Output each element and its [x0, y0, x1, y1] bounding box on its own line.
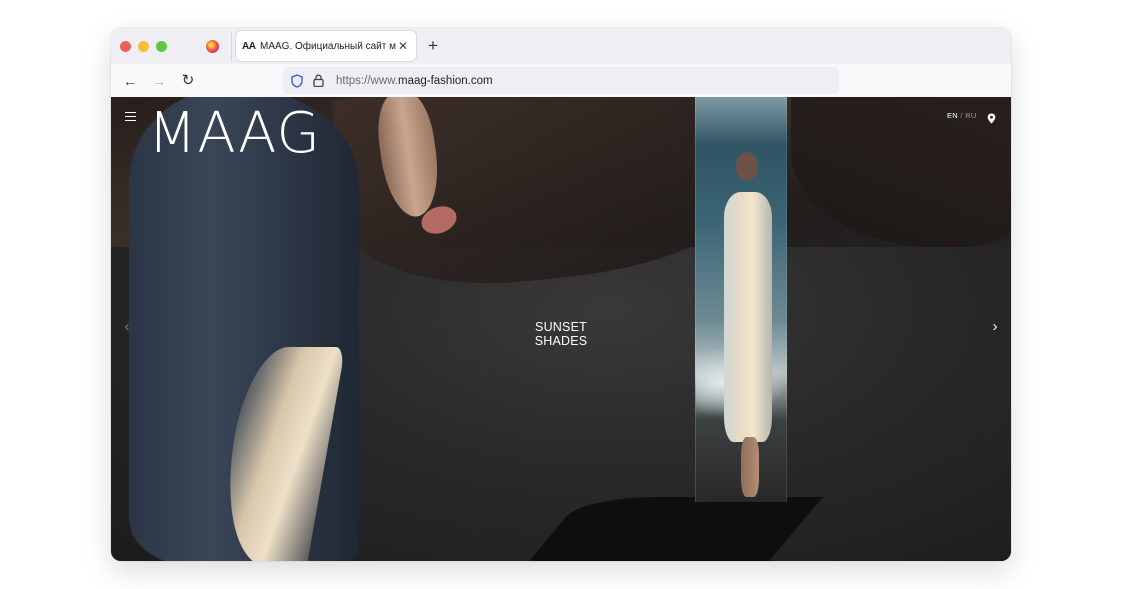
url-domain: maag-fashion.com [398, 74, 493, 87]
url-text[interactable]: https://www.maag-fashion.com [336, 75, 493, 87]
tab-favicon: AA [242, 40, 256, 52]
forward-button[interactable]: → [149, 71, 169, 91]
browser-window: AA MAAG. Официальный сайт маг ✕ + ← → ↻ … [111, 28, 1011, 561]
slider-next-button[interactable]: › [988, 319, 1002, 335]
address-bar[interactable]: https://www.maag-fashion.com [283, 67, 839, 94]
model-head [736, 152, 758, 180]
maximize-window-button[interactable] [156, 41, 167, 52]
shield-icon[interactable] [290, 73, 304, 89]
hamburger-menu-icon[interactable] [125, 112, 136, 121]
lang-separator: / [960, 111, 963, 120]
tab-strip: AA MAAG. Официальный сайт маг ✕ + [111, 28, 1011, 64]
lang-ru[interactable]: RU [965, 111, 976, 120]
site-logo[interactable]: MAAG [148, 101, 321, 167]
slide-title[interactable]: SUNSET SHADES [513, 320, 609, 348]
location-pin-icon[interactable] [987, 111, 996, 124]
tab-divider [231, 32, 232, 62]
minimize-window-button[interactable] [138, 41, 149, 52]
close-window-button[interactable] [120, 41, 131, 52]
model-dress [724, 192, 772, 442]
reload-button[interactable]: ↻ [178, 71, 198, 91]
lock-icon[interactable] [311, 73, 325, 89]
slider-prev-button[interactable]: ‹ [120, 319, 134, 335]
hero-background-hill-right [791, 97, 1011, 247]
pinned-tab-firefox[interactable] [201, 37, 223, 55]
hero-image-mirror [695, 97, 788, 502]
tab-maag[interactable]: AA MAAG. Официальный сайт маг ✕ [236, 31, 416, 61]
navigation-bar: ← → ↻ https://www.maag-fashion.com [111, 64, 1011, 97]
url-scheme: https://www. [336, 74, 398, 87]
tab-title: MAAG. Официальный сайт маг [260, 40, 396, 52]
tab-close-icon[interactable]: ✕ [396, 39, 410, 53]
hero-slider: MAAG EN / RU ‹ SUNSET SHADES › [111, 97, 1011, 561]
lang-en[interactable]: EN [947, 111, 958, 120]
model-legs [741, 437, 759, 497]
new-tab-button[interactable]: + [424, 36, 442, 56]
back-button[interactable]: ← [120, 71, 140, 91]
language-switcher[interactable]: EN / RU [947, 111, 977, 120]
firefox-icon [205, 39, 219, 53]
